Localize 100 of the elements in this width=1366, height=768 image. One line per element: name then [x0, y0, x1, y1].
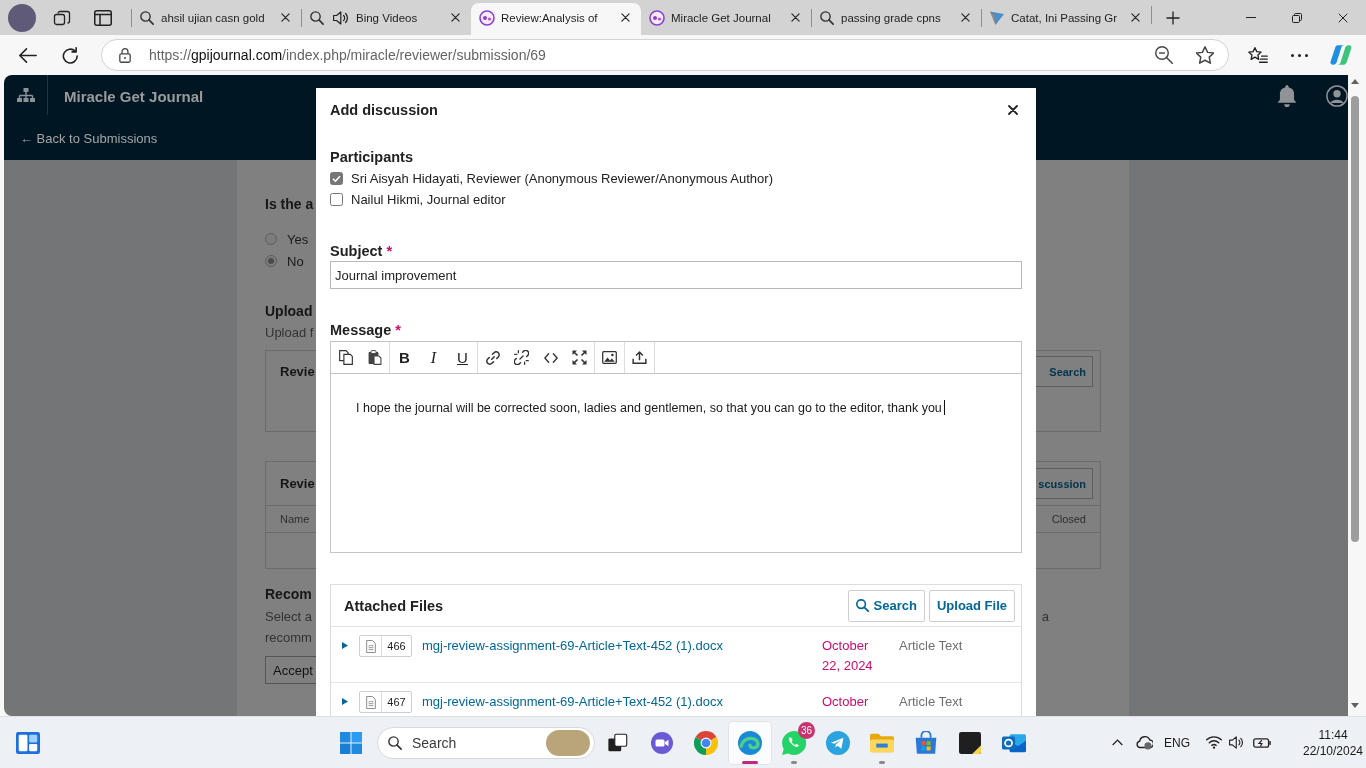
widgets-icon[interactable] [16, 731, 40, 754]
underline-button[interactable]: U [448, 342, 477, 373]
zoom-out-icon[interactable] [1155, 46, 1173, 64]
wifi-icon[interactable] [1206, 736, 1222, 749]
file-link[interactable]: mgj-review-assignment-69-Article+Text-452 (1).docx [422, 638, 723, 653]
file-date: October 22, 2024 [822, 637, 874, 675]
battery-icon[interactable] [1253, 737, 1271, 748]
favorites-icon[interactable] [1248, 47, 1268, 63]
workspaces-icon[interactable] [53, 9, 71, 26]
close-icon[interactable] [1338, 12, 1348, 23]
image-icon[interactable] [602, 351, 617, 364]
browser-tab[interactable]: Review:Analysis of [471, 3, 641, 35]
bell-icon[interactable] [1277, 85, 1297, 107]
star-icon[interactable] [1196, 46, 1214, 64]
required-mark: * [386, 242, 393, 261]
option-label: Yes [287, 231, 309, 247]
search-icon [855, 599, 869, 612]
checkbox[interactable] [330, 172, 343, 185]
illustration-placeholder [546, 729, 590, 756]
upload-icon[interactable] [632, 351, 647, 364]
file-date: October [822, 693, 870, 711]
stacked-squares-icon [607, 731, 629, 754]
close-icon[interactable] [281, 13, 290, 22]
paragraph-text: recomm [265, 629, 312, 647]
paste-icon[interactable] [367, 350, 382, 365]
search-button[interactable]: Search [847, 589, 925, 622]
browser-tab[interactable]: Catat, Ini Passing Gr [981, 3, 1151, 35]
taskbar-button[interactable]: 36 [772, 720, 816, 765]
bold-button[interactable]: B [390, 342, 419, 373]
close-icon[interactable] [621, 13, 630, 22]
site-title: Miracle Get Journal [64, 87, 204, 105]
scroll-down-icon[interactable] [1351, 703, 1359, 708]
close-icon[interactable] [1008, 105, 1018, 115]
four-squares-icon[interactable] [340, 731, 362, 754]
caret-icon[interactable] [342, 642, 348, 649]
search-icon [388, 735, 402, 750]
document-icon [365, 639, 376, 653]
browser-tab[interactable]: Miracle Get Journal [641, 3, 811, 35]
chevron-up-icon[interactable] [1112, 739, 1123, 746]
file-type: Article Text [899, 693, 964, 711]
copy-icon[interactable] [338, 350, 353, 365]
restore-icon[interactable] [1292, 12, 1302, 23]
file-id: 467 [386, 695, 407, 710]
user-circle-icon[interactable] [1326, 85, 1348, 107]
lock-icon[interactable] [119, 47, 131, 63]
profile-avatar[interactable] [8, 3, 36, 32]
swirl-icon [738, 730, 762, 755]
close-icon[interactable] [451, 13, 460, 22]
refresh-icon[interactable] [62, 46, 79, 64]
plus-icon[interactable] [1166, 10, 1180, 25]
file-link[interactable]: mgj-review-assignment-69-Article+Text-452 (1).docx [422, 694, 723, 709]
back-link[interactable]: ← Back to Submissions [20, 131, 158, 146]
option-label: No [287, 253, 304, 269]
shopping-bag-icon [915, 730, 937, 755]
caret-icon[interactable] [342, 698, 348, 705]
circle-logo-icon [479, 9, 495, 26]
circle-logo-icon [649, 9, 665, 26]
search-icon [140, 10, 154, 25]
close-icon[interactable] [1131, 13, 1140, 22]
cloud-icon[interactable] [1135, 734, 1153, 751]
fullscreen-icon[interactable] [572, 350, 587, 365]
language-indicator[interactable]: ENG [1164, 735, 1190, 750]
italic-button[interactable]: I [419, 342, 448, 373]
speaker-icon[interactable] [333, 10, 348, 25]
link-icon[interactable] [485, 350, 500, 365]
browser-tab[interactable]: ahsil ujian casn gold [131, 3, 301, 35]
search-field[interactable]: Search [377, 726, 595, 759]
clock-date[interactable]: 22/10/2024 [1302, 742, 1364, 759]
radio-button[interactable] [265, 233, 277, 245]
code-icon[interactable] [543, 352, 558, 363]
panel-title: Attached Files [344, 597, 445, 614]
close-icon[interactable] [791, 13, 800, 22]
subject-field[interactable]: Journal improvement [330, 261, 1022, 289]
file-type: Article Text [899, 637, 964, 655]
address-bar[interactable]: https://gpijournal.com/index.php/miracle/reviewer/submission/69 [101, 39, 1229, 71]
message-field[interactable]: I hope the journal will be corrected soon, ladies and gentlemen, so that you can go to the editor, thank you [331, 374, 1021, 552]
unlink-icon[interactable] [514, 350, 529, 365]
paper-plane-icon [826, 730, 850, 755]
sitemap-icon[interactable] [16, 88, 35, 102]
scrollbar-thumb[interactable] [1351, 96, 1359, 542]
search-icon [310, 10, 324, 25]
browser-tab[interactable]: passing grade cpns [811, 3, 981, 35]
upload-file-button[interactable]: Upload File [928, 589, 1015, 622]
checkbox[interactable] [330, 193, 343, 206]
clock-time[interactable]: 11:44 [1318, 726, 1348, 743]
more-icon[interactable] [1291, 53, 1308, 57]
field-label: Subject [330, 242, 383, 261]
field-label: Message [330, 321, 392, 340]
segmented-circle-icon [694, 730, 718, 755]
gradient-logo-icon[interactable] [1330, 44, 1352, 66]
radio-button[interactable] [265, 255, 277, 267]
back-arrow-icon[interactable] [19, 47, 37, 63]
speaker-icon[interactable] [1229, 736, 1243, 749]
column-header: Name [280, 513, 310, 525]
close-icon[interactable] [961, 13, 970, 22]
browser-tab[interactable]: Bing Videos [301, 3, 471, 35]
scroll-up-icon[interactable] [1351, 79, 1359, 84]
participant-label: Sri Aisyah Hidayati, Reviewer (Anonymous Reviewer/Anonymous Author) [351, 171, 773, 186]
notification-badge: 36 [797, 721, 815, 739]
vertical-tabs-icon[interactable] [94, 9, 112, 26]
